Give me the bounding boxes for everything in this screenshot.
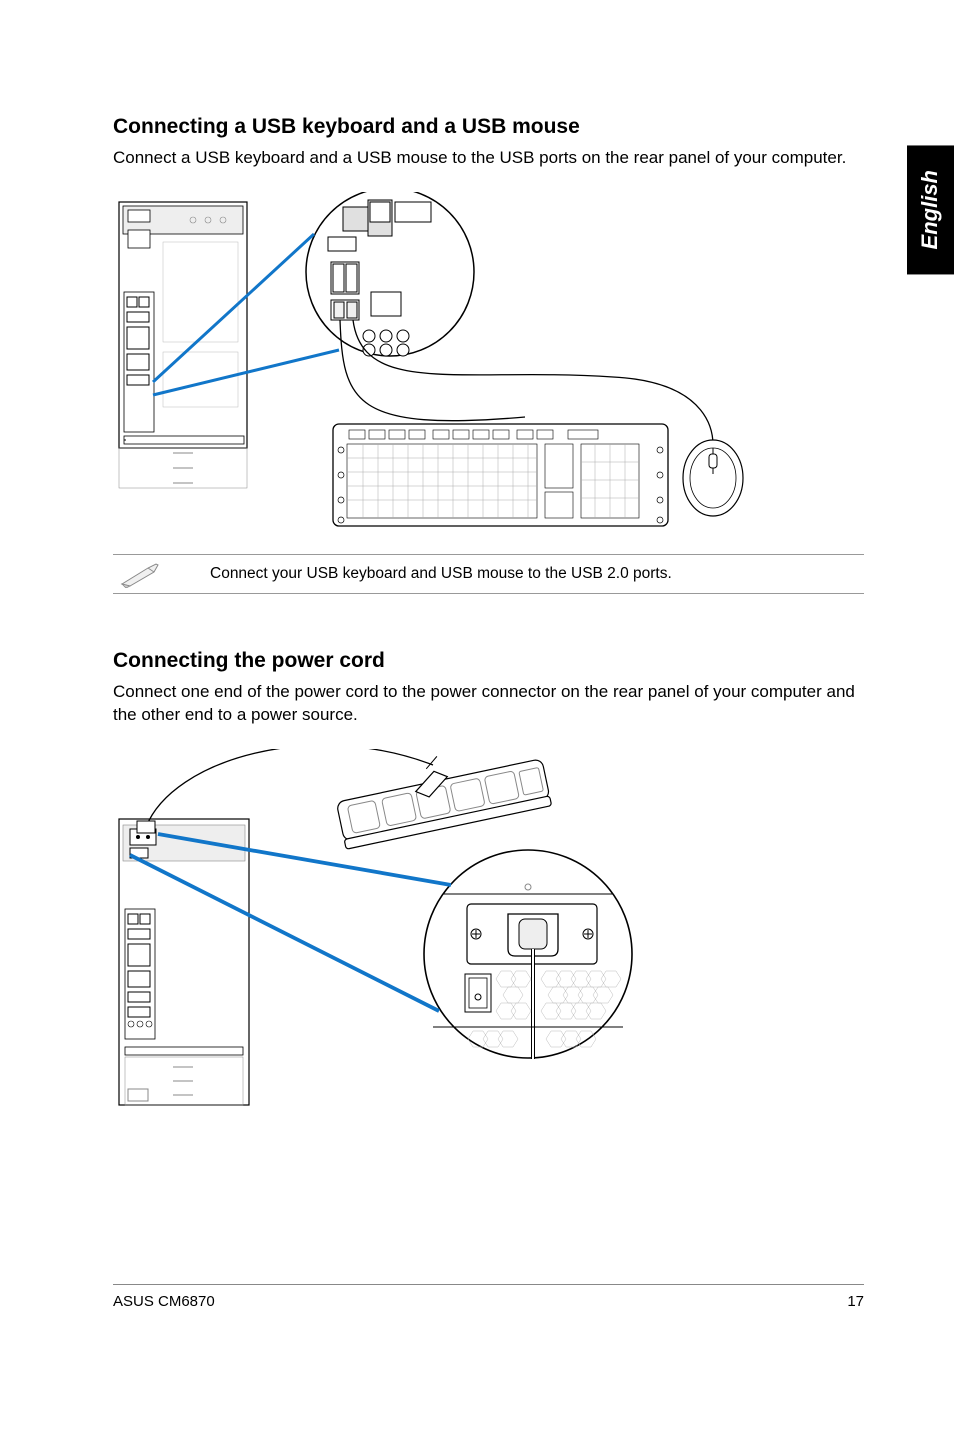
note-row: Connect your USB keyboard and USB mouse … xyxy=(113,554,864,594)
section1-body: Connect a USB keyboard and a USB mouse t… xyxy=(113,147,864,170)
section2-heading: Connecting the power cord xyxy=(113,649,864,673)
section2-body: Connect one end of the power cord to the… xyxy=(113,681,864,727)
footer-model: ASUS CM6870 xyxy=(113,1293,215,1310)
figure-power-cord xyxy=(113,749,843,1109)
language-tab: English xyxy=(907,145,954,274)
section1-heading: Connecting a USB keyboard and a USB mous… xyxy=(113,115,864,139)
pencil-icon xyxy=(118,560,160,588)
figure-usb-keyboard-mouse xyxy=(113,192,843,532)
footer-page-number: 17 xyxy=(847,1293,864,1310)
note-text: Connect your USB keyboard and USB mouse … xyxy=(210,565,672,583)
